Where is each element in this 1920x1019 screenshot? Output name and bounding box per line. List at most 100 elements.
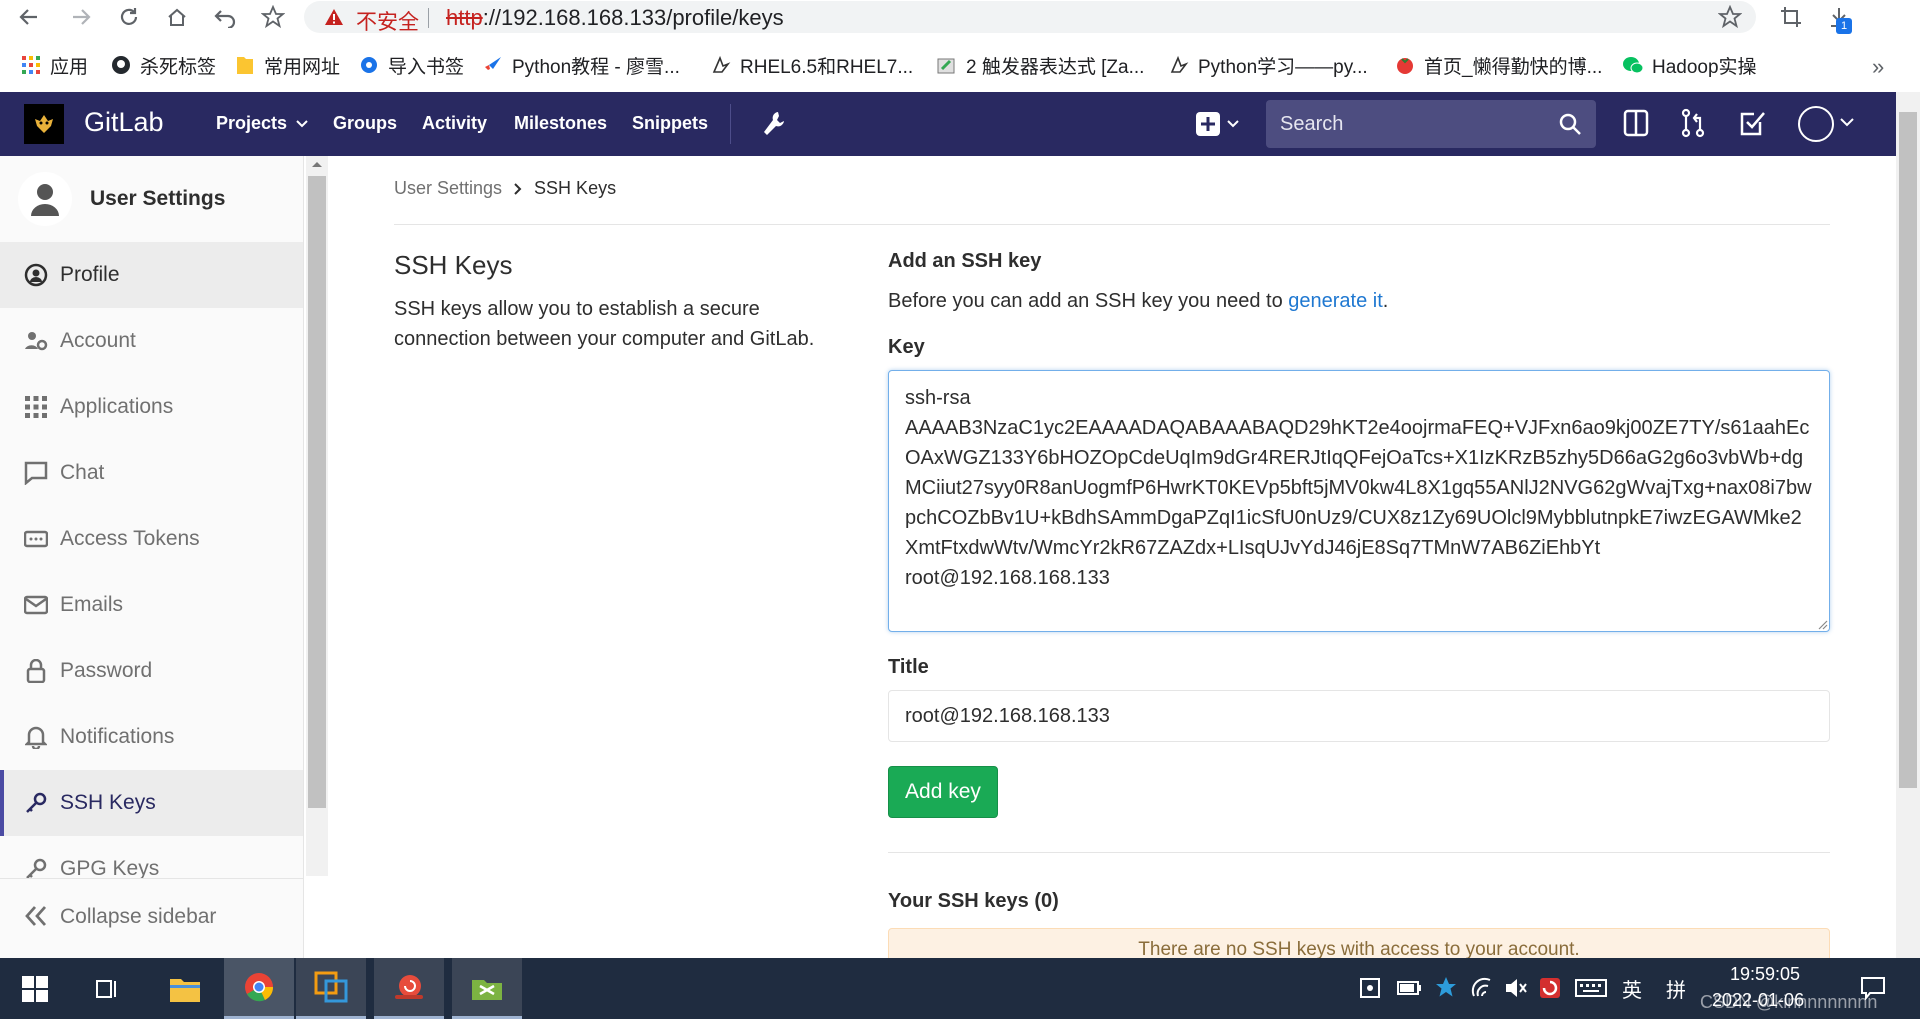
notification-center-icon[interactable]: [1860, 976, 1886, 1000]
nav-milestones[interactable]: Milestones: [514, 113, 607, 134]
nav-snippets[interactable]: Snippets: [632, 113, 708, 134]
sidebar-scrollbar-thumb[interactable]: [308, 176, 326, 808]
merge-requests-icon[interactable]: [1680, 108, 1706, 138]
admin-wrench-icon[interactable]: [760, 110, 786, 138]
taskbar-xshell[interactable]: [374, 958, 444, 1019]
tray-security-app-icon[interactable]: [1538, 976, 1562, 1000]
start-button[interactable]: [0, 958, 70, 1019]
nav-projects[interactable]: Projects: [216, 113, 308, 134]
issues-icon[interactable]: [1622, 108, 1650, 138]
bookmark-apps[interactable]: 应用: [20, 50, 88, 80]
bookmark-trigger-expr[interactable]: 2 触发器表达式 [Za...: [936, 50, 1144, 80]
reload-button[interactable]: [114, 2, 144, 32]
task-view-button[interactable]: [72, 958, 142, 1019]
bookmark-blog-home[interactable]: 首页_懒得勤快的博...: [1394, 50, 1602, 80]
generate-it-link[interactable]: generate it: [1288, 290, 1383, 312]
undo-icon: [214, 10, 236, 28]
key-icon: [24, 791, 48, 815]
add-key-button[interactable]: Add key: [888, 766, 998, 818]
double-chevron-left-icon: [24, 905, 48, 927]
header-divider: [394, 224, 1830, 225]
sidebar-item-applications[interactable]: Applications: [0, 374, 303, 440]
nav-activity[interactable]: Activity: [422, 113, 487, 134]
sidebar-item-label: Notifications: [60, 725, 175, 748]
url-scheme: http: [446, 5, 483, 30]
search-input[interactable]: [1280, 112, 1540, 136]
bookmark-kill-tabs[interactable]: 杀死标签: [110, 50, 216, 80]
sidebar-header[interactable]: User Settings: [0, 156, 303, 240]
user-avatar[interactable]: [1798, 106, 1834, 142]
folder-icon: [234, 54, 256, 76]
reload-icon: [120, 8, 138, 25]
sidebar-item-password[interactable]: Password: [0, 638, 303, 704]
main-content: User Settings SSH Keys SSH Keys SSH keys…: [328, 156, 1896, 958]
url-path: ://192.168.168.133/profile/keys: [482, 5, 784, 30]
bookmark-common-sites[interactable]: 常用网址: [234, 50, 340, 80]
new-dropdown-button[interactable]: [1194, 110, 1246, 138]
applications-grid-icon: [24, 395, 48, 419]
url-text[interactable]: http://192.168.168.133/profile/keys: [446, 5, 784, 31]
page-scrollbar-thumb[interactable]: [1899, 112, 1917, 788]
taskbar-chrome[interactable]: [224, 958, 294, 1019]
todos-icon[interactable]: [1738, 108, 1766, 138]
bookmark-star-button[interactable]: [258, 2, 288, 32]
page-description: SSH keys allow you to establish a secure…: [394, 298, 815, 350]
gitlab-logo[interactable]: [24, 104, 64, 144]
sidebar-item-ssh-keys[interactable]: SSH Keys: [0, 770, 303, 836]
breadcrumb-parent-link[interactable]: User Settings: [394, 178, 502, 199]
chevron-down-icon[interactable]: [1840, 118, 1854, 128]
back-button[interactable]: [14, 2, 44, 32]
chat-icon: [24, 461, 48, 485]
tray-network-grid-icon[interactable]: [1358, 976, 1382, 1000]
gitlab-brand[interactable]: GitLab: [84, 107, 164, 138]
undo-button[interactable]: [210, 2, 240, 32]
sidebar-item-access-tokens[interactable]: Access Tokens: [0, 506, 303, 572]
tray-keyboard-icon[interactable]: [1574, 976, 1608, 1000]
crop-extension-button[interactable]: [1776, 2, 1806, 32]
key-textarea[interactable]: ssh-rsa AAAAB3NzaC1yc2EAAAADAQABAAABAQD2…: [888, 370, 1830, 632]
folder-icon: [170, 978, 200, 1002]
address-bar[interactable]: 不安全 http://192.168.168.133/profile/keys: [304, 1, 1756, 36]
sidebar-item-emails[interactable]: Emails: [0, 572, 303, 638]
forward-button[interactable]: [66, 2, 96, 32]
security-label[interactable]: 不安全: [356, 6, 419, 36]
sidebar-item-notifications[interactable]: Notifications: [0, 704, 303, 770]
sidebar-item-label: SSH Keys: [60, 791, 156, 814]
task-view-icon: [96, 979, 116, 998]
scroll-up-arrow-icon[interactable]: [311, 160, 323, 168]
home-button[interactable]: [162, 2, 192, 32]
tray-wifi-icon[interactable]: [1470, 976, 1494, 1000]
bookmark-page-star-icon[interactable]: [1718, 5, 1742, 29]
textarea-resize-handle[interactable]: [1816, 618, 1828, 630]
taskbar-file-explorer[interactable]: [150, 958, 220, 1019]
tray-battery-icon[interactable]: [1396, 976, 1422, 1000]
bookmark-rhel[interactable]: RHEL6.5和RHEL7...: [710, 50, 913, 80]
taskbar-xftp[interactable]: [452, 958, 522, 1019]
sidebar-item-profile[interactable]: Profile: [0, 242, 303, 308]
sidebar-item-label: Emails: [60, 593, 124, 616]
plus-square-icon: [1196, 112, 1239, 136]
collapse-sidebar-button[interactable]: Collapse sidebar: [0, 878, 303, 958]
sidebar-item-chat[interactable]: Chat: [0, 440, 303, 506]
bookmark-python-tutorial[interactable]: Python教程 - 廖雪...: [482, 50, 680, 80]
search-icon[interactable]: [1558, 112, 1582, 136]
address-divider: [428, 8, 429, 28]
title-input[interactable]: [888, 690, 1830, 742]
bookmarks-more-button[interactable]: »: [1872, 54, 1884, 80]
navbar-divider: [730, 104, 731, 144]
taskbar-clock-time[interactable]: 19:59:05: [1730, 964, 1800, 985]
gear-icon: [358, 54, 380, 76]
tray-ime-mode[interactable]: 拼: [1666, 974, 1686, 1003]
nav-groups[interactable]: Groups: [333, 113, 397, 134]
bookmark-python-learning[interactable]: Python学习——py...: [1168, 50, 1368, 80]
bookmark-hadoop[interactable]: Hadoop实操: [1622, 50, 1757, 80]
csdn-watermark: CSDN @kinnnnnnnnn: [1700, 992, 1878, 1012]
tray-ime-star-icon[interactable]: [1434, 976, 1458, 1000]
tray-language-indicator[interactable]: 英: [1622, 974, 1642, 1003]
taskbar-vmware[interactable]: [296, 958, 366, 1019]
sidebar-item-account[interactable]: Account: [0, 308, 303, 374]
bookmark-import[interactable]: 导入书签: [358, 50, 464, 80]
tray-volume-muted-icon[interactable]: [1504, 976, 1528, 1000]
profile-icon: [24, 263, 48, 287]
user-avatar-icon: [31, 184, 59, 216]
